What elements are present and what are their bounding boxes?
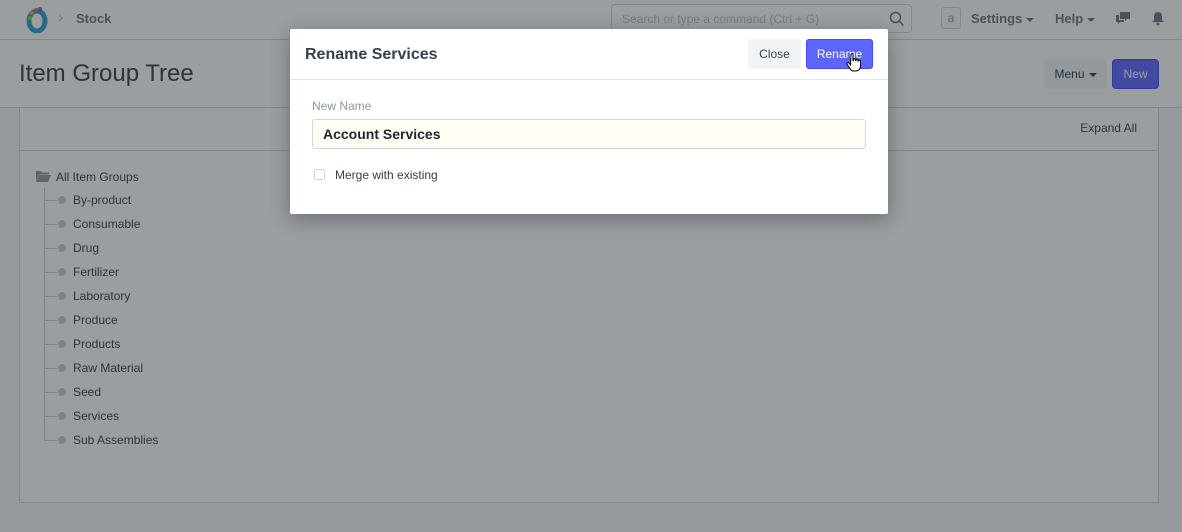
rename-button[interactable]: Rename bbox=[806, 39, 873, 69]
rename-dialog: Rename Services Close Rename New Name Me… bbox=[290, 29, 888, 214]
close-button[interactable]: Close bbox=[748, 39, 801, 69]
merge-checkbox-label[interactable]: Merge with existing bbox=[335, 168, 438, 182]
merge-checkbox[interactable] bbox=[314, 169, 325, 180]
new-name-input[interactable] bbox=[312, 119, 866, 149]
new-name-label: New Name bbox=[312, 99, 372, 113]
hand-cursor-icon bbox=[846, 53, 861, 72]
dialog-title: Rename Services bbox=[305, 46, 438, 63]
dialog-header: Rename Services Close Rename bbox=[290, 29, 888, 80]
